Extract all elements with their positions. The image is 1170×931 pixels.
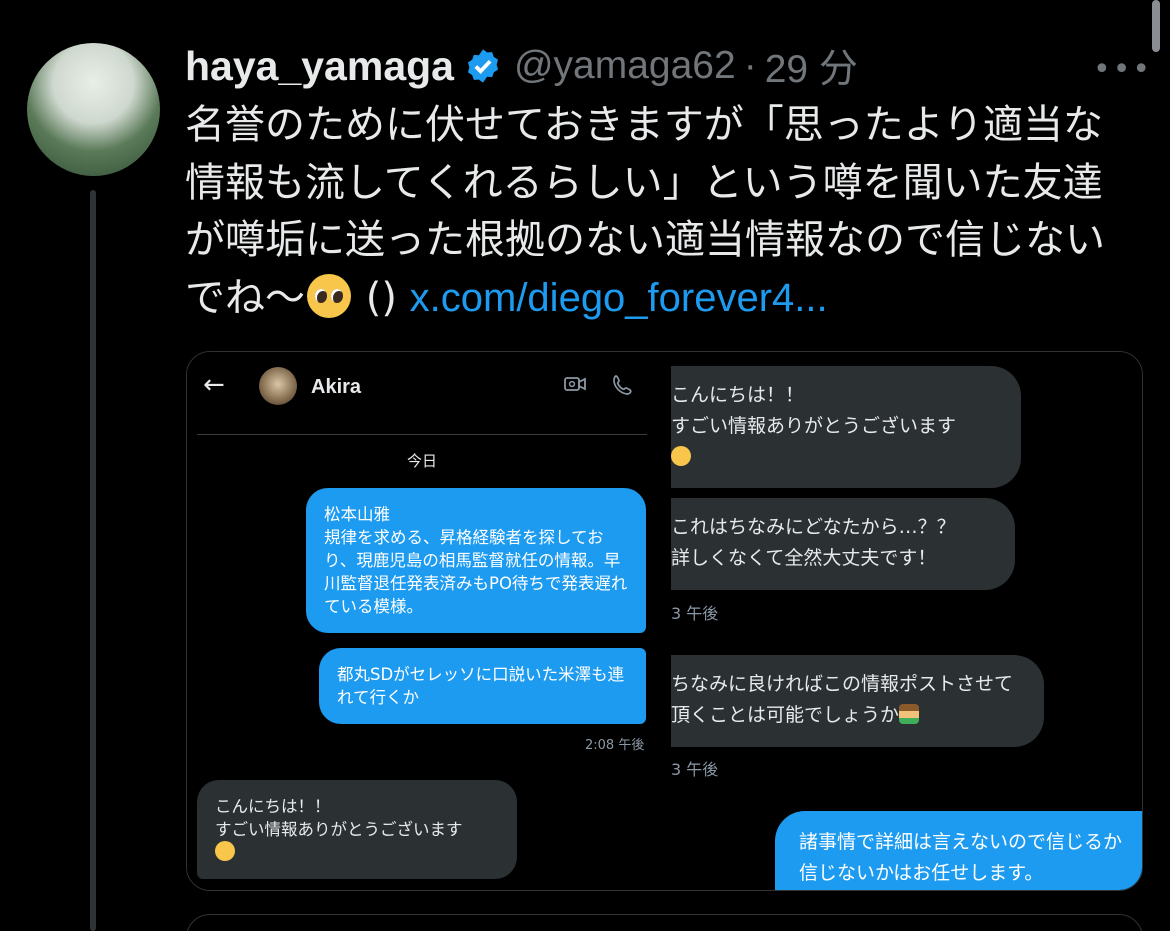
tweet-body-suffix: () bbox=[353, 274, 410, 321]
thread-line bbox=[90, 190, 96, 931]
received-message-text: こんにちは！！ すごい情報ありがとうございます bbox=[671, 384, 957, 437]
video-call-icon bbox=[564, 377, 586, 391]
next-media-card[interactable] bbox=[186, 914, 1143, 931]
received-message: こんにちは！！ すごい情報ありがとうございます bbox=[197, 780, 517, 879]
message-timestamp: 3 午後 bbox=[671, 760, 719, 779]
sent-message: 松本山雅 規律を求める、昇格経験者を探しており、現鹿児島の相馬監督就任の情報。早… bbox=[306, 488, 646, 633]
contact-avatar bbox=[259, 367, 297, 405]
contact-name: Akira bbox=[311, 376, 362, 398]
more-options-icon[interactable]: ••• bbox=[1093, 52, 1152, 87]
message-timestamp: 2:08 午後 bbox=[585, 738, 645, 753]
tweet-time[interactable]: 29 分 bbox=[765, 38, 858, 94]
profile-avatar[interactable] bbox=[27, 43, 160, 176]
sent-message: 都丸SDがセレッソに口説いた米澤も連れて行くか bbox=[319, 648, 646, 724]
tweet-header: haya_yamaga @yamaga62 · 29 分 bbox=[185, 38, 858, 94]
display-name[interactable]: haya_yamaga bbox=[185, 43, 454, 90]
bowing-person-icon bbox=[899, 704, 920, 724]
back-arrow-icon: ← bbox=[203, 370, 225, 400]
flushed-face-icon bbox=[215, 841, 235, 861]
date-separator: 今日 bbox=[406, 452, 437, 470]
received-message-text: ちなみに良ければこの情報ポストさせて頂くことは可能でしょうか bbox=[671, 673, 1014, 726]
received-message: ちなみに良ければこの情報ポストさせて頂くことは可能でしょうか bbox=[671, 655, 1044, 747]
verified-badge-icon bbox=[467, 49, 499, 83]
flushed-face-icon bbox=[671, 446, 691, 466]
sent-message: 諸事情で詳細は言えないので信じるか信じないかはお任せします。 bbox=[775, 811, 1142, 890]
separator-dot: · bbox=[743, 44, 757, 87]
dm-screenshot-left: ← Akira 今日 松本山雅 規律を求める、昇格経験者を探しており、現鹿児島の… bbox=[187, 352, 671, 890]
dm-screenshot-right: こんにちは！！ すごい情報ありがとうございます これはちなみにどなたから…？？ … bbox=[671, 352, 1142, 890]
attached-image[interactable]: ← Akira 今日 松本山雅 規律を求める、昇格経験者を探しており、現鹿児島の… bbox=[186, 351, 1143, 891]
received-message: こんにちは！！ すごい情報ありがとうございます bbox=[671, 366, 1021, 488]
scrollbar[interactable] bbox=[1152, 0, 1160, 52]
received-message-text: こんにちは！！ すごい情報ありがとうございます bbox=[215, 797, 463, 839]
received-message: これはちなみにどなたから…？？ 詳しくなくて全然大丈夫です！ bbox=[671, 498, 1015, 590]
tweet-text: 名誉のために伏せておきますが「思ったより適当な情報も流してくれるらしい」という噂… bbox=[185, 97, 1135, 327]
header-divider bbox=[197, 434, 647, 435]
phone-call-icon bbox=[613, 375, 632, 395]
message-timestamp: 3 午後 bbox=[671, 604, 719, 623]
pleading-face-icon bbox=[307, 273, 351, 318]
user-handle[interactable]: @yamaga62 bbox=[514, 44, 736, 88]
tweet-link[interactable]: x.com/diego_forever4... bbox=[410, 276, 828, 320]
